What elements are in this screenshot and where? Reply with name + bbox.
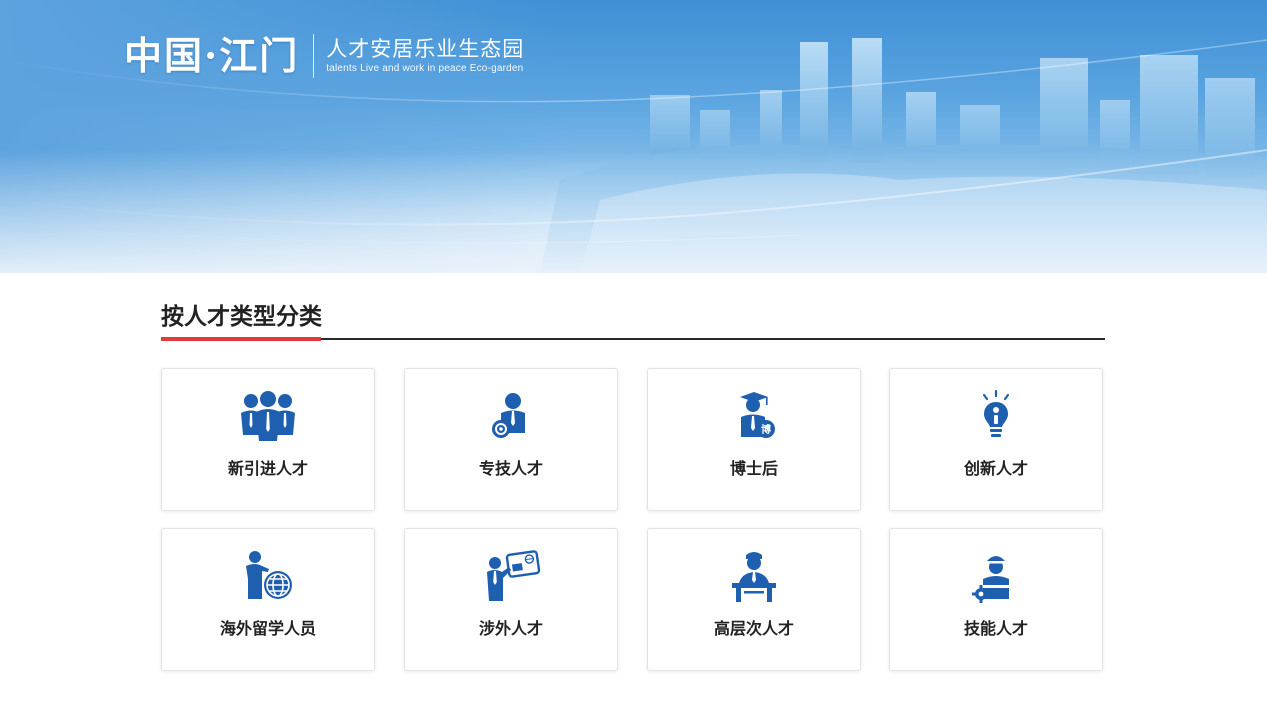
lightbulb-person-icon xyxy=(982,389,1010,437)
person-globe-icon xyxy=(246,551,292,599)
section-title: 按人才类型分类 xyxy=(161,303,322,329)
header-banner: 中国·江门 人才安居乐业生态园 talents Live and work in… xyxy=(0,0,1267,273)
category-card-postdoc[interactable]: 博 博士后 xyxy=(647,368,861,511)
category-label: 博士后 xyxy=(729,461,778,478)
worker-gear-icon xyxy=(972,556,1009,603)
person-id-card-icon xyxy=(487,550,541,601)
graduate-doctor-icon: 博 xyxy=(740,392,775,438)
logo-divider xyxy=(313,34,315,78)
category-card-new-talent[interactable]: 新引进人才 xyxy=(161,368,375,511)
category-card-foreign[interactable]: 涉外人才 xyxy=(404,528,618,671)
site-subtitle: talents Live and work in peace Eco-garde… xyxy=(326,63,524,74)
category-label: 新引进人才 xyxy=(227,461,308,478)
section-divider-accent xyxy=(161,337,321,341)
category-card-overseas[interactable]: 海外留学人员 xyxy=(161,528,375,671)
site-logo[interactable]: 中国·江门 人才安居乐业生态园 talents Live and work in… xyxy=(124,32,524,80)
people-group-icon xyxy=(241,391,295,441)
category-label: 专技人才 xyxy=(478,461,543,478)
category-card-innovation[interactable]: 创新人才 xyxy=(889,368,1103,511)
svg-text:博: 博 xyxy=(761,423,771,436)
logo-text: 中国·江门 xyxy=(124,33,300,78)
category-card-professional[interactable]: 专技人才 xyxy=(404,368,618,511)
category-label: 涉外人才 xyxy=(478,621,543,638)
category-label: 高层次人才 xyxy=(713,621,794,638)
site-title: 人才安居乐业生态园 xyxy=(326,38,525,61)
professional-badge-icon xyxy=(492,393,525,438)
category-card-high-level[interactable]: 高层次人才 xyxy=(647,528,861,671)
speaker-podium-icon xyxy=(732,552,776,602)
category-label: 创新人才 xyxy=(963,461,1028,478)
category-label: 海外留学人员 xyxy=(219,621,316,638)
category-label: 技能人才 xyxy=(963,621,1028,638)
category-card-skilled[interactable]: 技能人才 xyxy=(889,528,1103,671)
